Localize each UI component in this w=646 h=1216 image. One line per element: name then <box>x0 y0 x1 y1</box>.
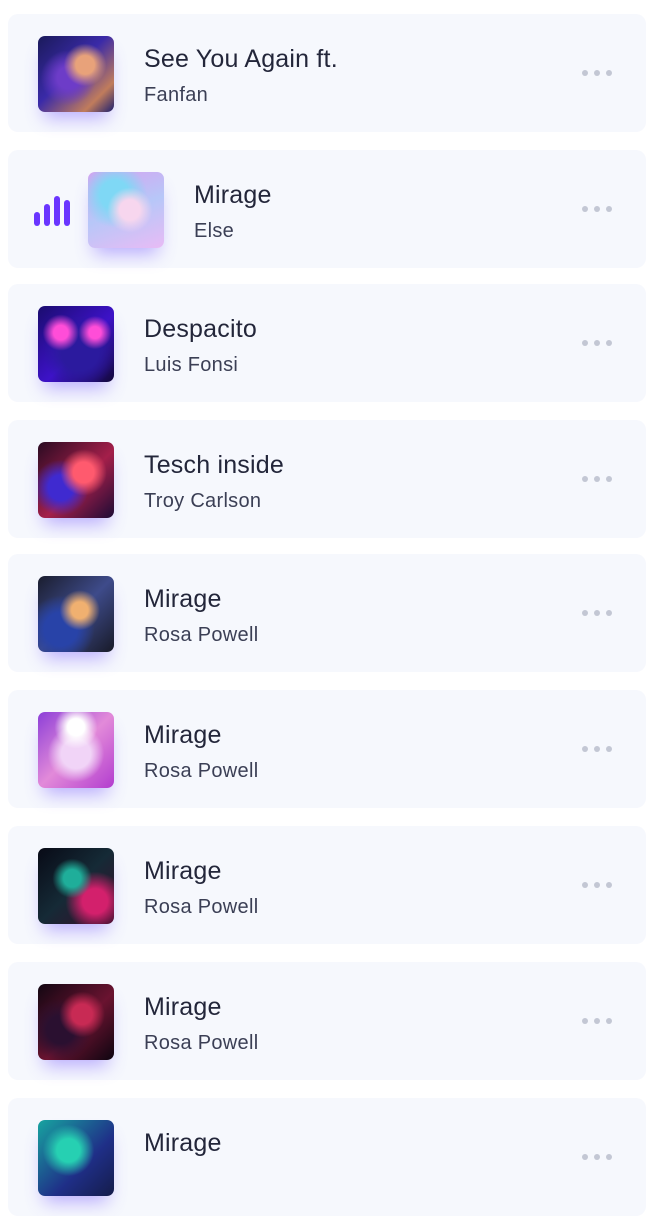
song-row[interactable]: Mirage Rosa Powell <box>8 690 646 808</box>
song-title: Despacito <box>144 315 257 343</box>
song-row[interactable]: Tesch inside Troy Carlson <box>8 420 646 538</box>
album-art <box>38 36 114 112</box>
song-title: Mirage <box>144 857 222 885</box>
song-list: See You Again ft. Fanfan Mirage Else Des… <box>0 0 646 1216</box>
album-art <box>38 712 114 788</box>
more-dots-icon <box>582 476 588 482</box>
song-row[interactable]: See You Again ft. Fanfan <box>8 14 646 132</box>
more-dots-icon <box>582 1154 588 1160</box>
more-options-button[interactable] <box>582 608 612 618</box>
song-title: Tesch inside <box>144 451 284 479</box>
album-art <box>38 442 114 518</box>
more-dots-icon <box>582 340 588 346</box>
song-artist: Troy Carlson <box>144 490 262 512</box>
more-options-button[interactable] <box>582 68 612 78</box>
more-options-button[interactable] <box>582 204 612 214</box>
song-artist: Rosa Powell <box>144 896 259 918</box>
song-title: See You Again ft. <box>144 45 338 73</box>
equalizer-icon <box>34 192 70 226</box>
song-row-now-playing[interactable]: Mirage Else <box>8 150 646 268</box>
more-options-button[interactable] <box>582 880 612 890</box>
more-options-button[interactable] <box>582 338 612 348</box>
song-row[interactable]: Mirage Rosa Powell <box>8 826 646 944</box>
song-row[interactable]: Mirage Rosa Powell <box>8 962 646 1080</box>
more-options-button[interactable] <box>582 474 612 484</box>
song-artist: Rosa Powell <box>144 760 259 782</box>
album-art <box>38 984 114 1060</box>
song-title: Mirage <box>144 993 222 1021</box>
song-artist: Rosa Powell <box>144 624 259 646</box>
song-row[interactable]: Mirage <box>8 1098 646 1216</box>
more-dots-icon <box>582 746 588 752</box>
song-title: Mirage <box>144 721 222 749</box>
song-artist: Luis Fonsi <box>144 354 239 376</box>
song-artist: Rosa Powell <box>144 1032 259 1054</box>
album-art <box>38 576 114 652</box>
song-artist: Fanfan <box>144 84 209 106</box>
song-artist: Else <box>194 220 235 242</box>
more-options-button[interactable] <box>582 1152 612 1162</box>
album-art <box>38 306 114 382</box>
more-options-button[interactable] <box>582 1016 612 1026</box>
song-title: Mirage <box>144 1129 222 1157</box>
more-dots-icon <box>582 882 588 888</box>
song-row[interactable]: Despacito Luis Fonsi <box>8 284 646 402</box>
album-art <box>38 848 114 924</box>
more-dots-icon <box>582 206 588 212</box>
more-options-button[interactable] <box>582 744 612 754</box>
song-title: Mirage <box>144 585 222 613</box>
song-title: Mirage <box>194 181 272 209</box>
more-dots-icon <box>582 70 588 76</box>
more-dots-icon <box>582 1018 588 1024</box>
song-row[interactable]: Mirage Rosa Powell <box>8 554 646 672</box>
album-art <box>88 172 164 248</box>
more-dots-icon <box>582 610 588 616</box>
album-art <box>38 1120 114 1196</box>
